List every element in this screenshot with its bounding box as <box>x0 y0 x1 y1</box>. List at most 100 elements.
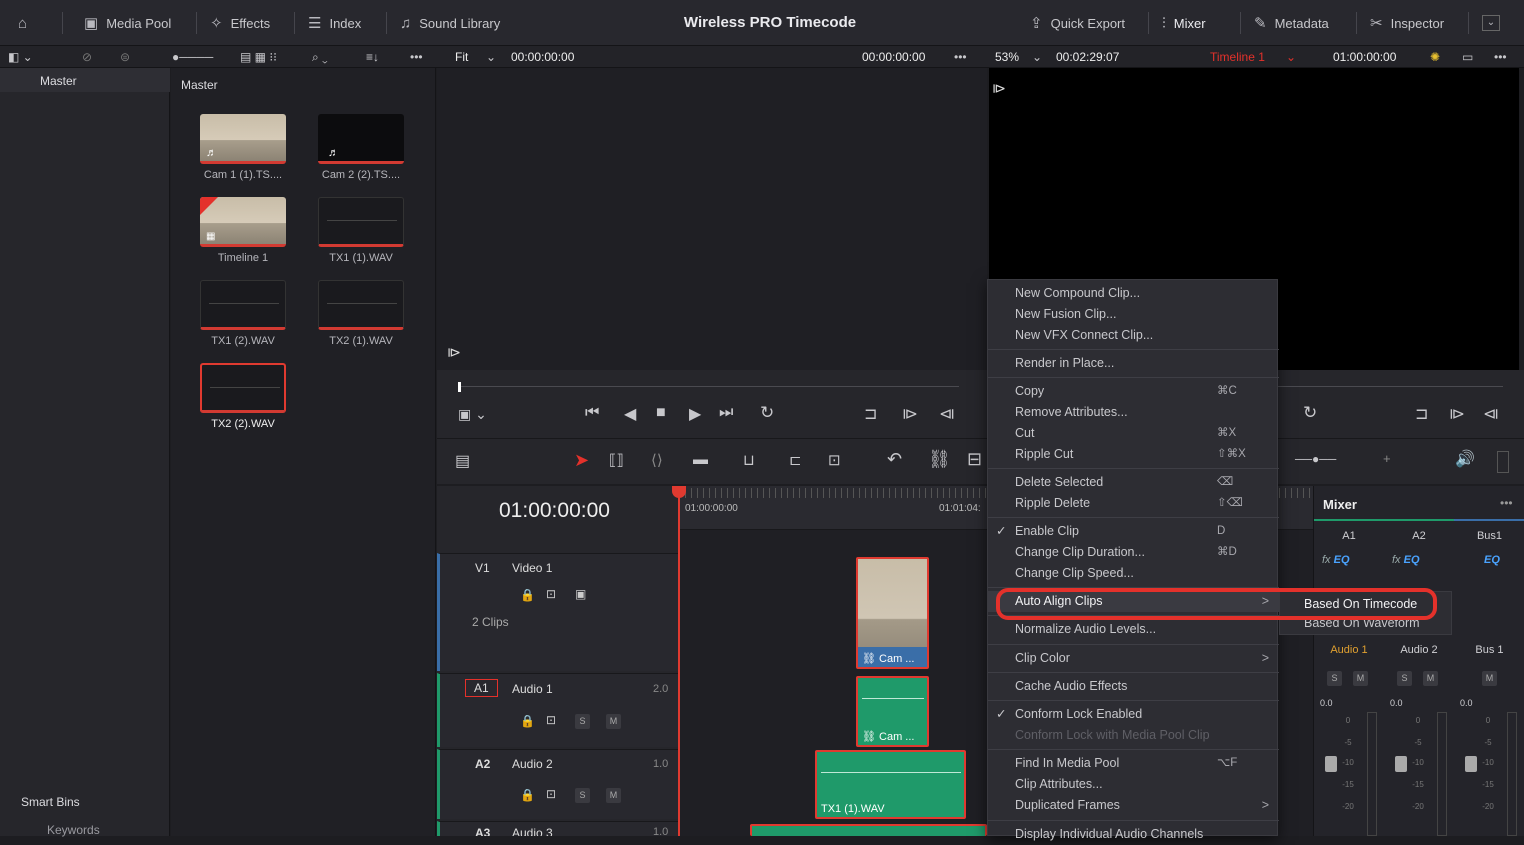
color-icon[interactable]: ✺ <box>1430 46 1440 68</box>
link-icon[interactable]: ⊘ <box>82 46 92 68</box>
scrub-bar[interactable] <box>461 386 959 387</box>
inspector-button[interactable]: ✂ Inspector <box>1370 0 1444 46</box>
solo-button[interactable]: S <box>1397 671 1412 686</box>
menu-item-enable-clip[interactable]: ✓ Enable Clip D <box>988 521 1279 542</box>
mark-out-icon[interactable]: ⧐ <box>1449 404 1465 424</box>
lock-icon[interactable]: 🔒 <box>520 788 535 802</box>
search-icon[interactable]: ⌕ ⌄ <box>312 46 328 68</box>
zoom-in-icon[interactable]: + <box>1383 451 1391 466</box>
loop-icon[interactable]: ↻ <box>760 403 774 423</box>
lock-icon[interactable]: 🔒 <box>520 588 535 602</box>
smart-bins-header[interactable]: Smart Bins <box>21 795 80 809</box>
audio-clip-a1[interactable]: ⛓ Cam ... <box>856 676 929 747</box>
play-reverse-icon[interactable]: ◀ <box>624 404 636 424</box>
workspace-icon[interactable]: ⌂ <box>18 0 27 46</box>
menu-item-ripple-delete[interactable]: Ripple Delete ⇧⌫ <box>988 493 1279 514</box>
track-a3[interactable]: A3 Audio 3 1.0 <box>437 821 679 836</box>
clip-thumbnail[interactable] <box>200 280 286 330</box>
linked-selection-icon[interactable]: ⛓ <box>928 449 951 470</box>
selection-tool-icon[interactable]: ➤ <box>574 450 589 471</box>
menu-item-cut[interactable]: Cut ⌘X <box>988 423 1279 444</box>
auto-select-icon[interactable]: ⊡ <box>546 587 556 601</box>
chevron-down-icon[interactable]: ⌄ <box>1286 46 1296 68</box>
menu-item-delete-selected[interactable]: Delete Selected ⌫ <box>988 472 1279 493</box>
timeline-thumbnail[interactable]: ▦ <box>200 197 286 247</box>
solo-button[interactable]: S <box>575 714 590 729</box>
mark-in-icon[interactable]: ⧏ <box>939 404 955 424</box>
audio-clip-a2[interactable]: TX1 (1).WAV <box>815 750 966 819</box>
view-mode-icon[interactable]: ▤ ▦ ⁝⁝ <box>240 46 277 68</box>
menu-item-find-in-media-pool[interactable]: Find In Media Pool ⌥F <box>988 753 1279 774</box>
match-frame-icon[interactable]: ⊐ <box>864 404 877 424</box>
mute-button[interactable]: M <box>606 788 621 803</box>
timeline-layout-icon[interactable]: ▤ <box>455 451 470 471</box>
mixer-button[interactable]: ⫶ Mixer <box>1162 0 1206 46</box>
track-id[interactable]: A1 <box>465 679 498 697</box>
expand-icon[interactable]: ⌄ <box>1482 0 1500 46</box>
fader-knob[interactable] <box>1395 756 1407 772</box>
trim-tool-icon[interactable]: ⟦⟧ <box>609 451 624 469</box>
mute-button[interactable]: M <box>1353 671 1368 686</box>
clip-thumbnail-selected[interactable] <box>200 363 286 413</box>
speaker-icon[interactable]: 🔊 <box>1455 449 1475 469</box>
auto-select-icon[interactable]: ⊡ <box>546 787 556 801</box>
track-a1[interactable]: A1 Audio 1 2.0 🔒 ⊡ S M <box>437 673 679 747</box>
smart-bin-keywords[interactable]: Keywords <box>47 823 100 837</box>
fit-dropdown[interactable]: Fit <box>455 46 468 68</box>
menu-item-render-in-place[interactable]: Render in Place... <box>988 353 1279 374</box>
eq-button[interactable]: EQ <box>1484 554 1500 566</box>
skip-back-icon[interactable]: ⏮ <box>585 404 599 422</box>
more-options-icon[interactable]: ••• <box>1500 496 1513 510</box>
menu-item-cache-audio-effects[interactable]: Cache Audio Effects <box>988 676 1279 697</box>
media-pool-button[interactable]: ▣ Media Pool <box>84 0 171 46</box>
menu-item-conform-lock-enabled[interactable]: ✓ Conform Lock Enabled <box>988 704 1279 725</box>
mute-button[interactable]: M <box>606 714 621 729</box>
menu-item-new-vfx-connect-clip[interactable]: New VFX Connect Clip... <box>988 325 1279 346</box>
chevron-down-icon[interactable]: ⌄ <box>1032 46 1042 68</box>
dynamic-trim-icon[interactable]: ⟨⟩ <box>651 451 663 469</box>
menu-item-new-compound-clip[interactable]: New Compound Clip... <box>988 283 1279 304</box>
zoom-slider[interactable]: ──●── <box>1295 452 1336 466</box>
clip-thumbnail[interactable]: ♬ <box>200 114 286 164</box>
lock-icon[interactable]: 🔒 <box>520 714 535 728</box>
more-options-icon[interactable]: ••• <box>1494 46 1507 68</box>
menu-item-change-clip-speed[interactable]: Change Clip Speed... <box>988 563 1279 584</box>
replace-clip-icon[interactable]: ⊡ <box>828 451 841 469</box>
source-viewer[interactable]: ⧐ <box>437 68 987 370</box>
overwrite-clip-icon[interactable]: ⊏ <box>789 451 802 469</box>
metadata-button[interactable]: ✎ Metadata <box>1254 0 1329 46</box>
scrub-bar[interactable] <box>1277 386 1503 387</box>
audio-clip-a3[interactable] <box>750 824 987 836</box>
fader-knob[interactable] <box>1325 756 1337 772</box>
video-clip[interactable]: ⛓ Cam ... <box>856 557 929 669</box>
menu-item-clip-attributes[interactable]: Clip Attributes... <box>988 774 1279 795</box>
menu-item-clip-color[interactable]: Clip Color > <box>988 648 1279 669</box>
menu-item-copy[interactable]: Copy ⌘C <box>988 381 1279 402</box>
mute-button[interactable]: M <box>1482 671 1497 686</box>
menu-item-new-fusion-clip[interactable]: New Fusion Clip... <box>988 304 1279 325</box>
match-frame-icon[interactable]: ⊐ <box>1415 404 1428 424</box>
position-lock-icon[interactable]: ⊟ <box>967 449 982 470</box>
timeline-dropdown[interactable]: Timeline 1 <box>1210 46 1265 68</box>
clip-view-icon[interactable]: ▣ ⌄ <box>458 406 487 423</box>
insert-clip-icon[interactable]: ⊔ <box>743 451 755 469</box>
effects-button[interactable]: ✧ Effects <box>210 0 270 46</box>
viewer-options-icon[interactable]: ••• <box>954 46 967 68</box>
fx-button[interactable]: fx EQ <box>1322 554 1350 566</box>
chevron-down-icon[interactable]: ⌄ <box>486 46 496 68</box>
loop-icon[interactable]: ↻ <box>1303 403 1317 423</box>
skip-forward-icon[interactable]: ⏭ <box>719 404 733 422</box>
quick-export-button[interactable]: ⇪ Quick Export <box>1030 0 1125 46</box>
sort-icon[interactable]: ≡↓ <box>366 46 379 68</box>
clip-thumbnail[interactable] <box>318 197 404 247</box>
mark-out-icon[interactable]: ⧐ <box>902 404 918 424</box>
fx-button[interactable]: fx EQ <box>1392 554 1420 566</box>
menu-item-normalize-audio-levels[interactable]: Normalize Audio Levels... <box>988 619 1279 640</box>
menu-item-display-individual-audio-channels[interactable]: Display Individual Audio Channels <box>988 824 1279 845</box>
playhead[interactable] <box>678 486 680 836</box>
stop-icon[interactable]: ■ <box>656 404 666 422</box>
solo-button[interactable]: S <box>1327 671 1342 686</box>
bin-master[interactable]: Master <box>40 74 77 88</box>
mark-in-icon[interactable]: ⧏ <box>1483 404 1499 424</box>
panel-layout-icon[interactable]: ◧ ⌄ <box>8 46 33 68</box>
